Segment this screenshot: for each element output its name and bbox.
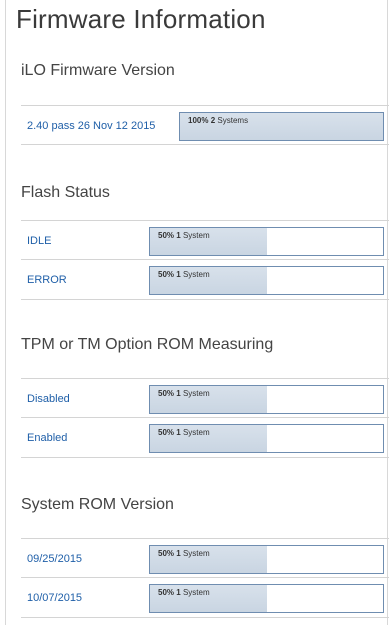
percent-value: 50%: [158, 231, 175, 240]
system-unit: Systems: [217, 116, 249, 125]
section-title-flash-status: Flash Status: [21, 184, 110, 201]
list-item[interactable]: IDLE 50% 1 System: [21, 220, 389, 260]
distribution-bar[interactable]: 50% 1 System: [149, 385, 384, 414]
list-item[interactable]: 09/25/2015 50% 1 System: [21, 538, 389, 578]
system-count: 1: [176, 231, 181, 240]
system-count: 2: [210, 116, 216, 125]
percent-value: 50%: [158, 270, 175, 279]
system-count: 1: [176, 588, 181, 597]
row-label[interactable]: ERROR: [27, 274, 67, 286]
system-unit: System: [182, 549, 210, 558]
percent-value: 50%: [158, 389, 175, 398]
system-count: 1: [176, 549, 181, 558]
list-item[interactable]: Disabled 50% 1 System: [21, 378, 389, 418]
percent-value: 50%: [158, 588, 175, 597]
row-label[interactable]: Disabled: [27, 393, 70, 405]
system-unit: System: [182, 389, 210, 398]
distribution-bar[interactable]: 100% 2 Systems: [179, 112, 384, 141]
system-unit: System: [182, 428, 210, 437]
row-label[interactable]: IDLE: [27, 235, 51, 247]
system-unit: System: [182, 588, 210, 597]
row-label[interactable]: 09/25/2015: [27, 553, 82, 565]
row-label[interactable]: 10/07/2015: [27, 592, 82, 604]
list-item[interactable]: Enabled 50% 1 System: [21, 418, 389, 458]
distribution-bar[interactable]: 50% 1 System: [149, 584, 384, 613]
distribution-bar[interactable]: 50% 1 System: [149, 545, 384, 574]
percent-value: 50%: [158, 428, 175, 437]
page-title: Firmware Information: [16, 4, 266, 34]
list-item[interactable]: 2.40 pass 26 Nov 12 2015 100% 2 Systems: [21, 105, 389, 145]
system-count: 1: [176, 270, 181, 279]
system-unit: System: [182, 270, 210, 279]
percent-value: 50%: [158, 549, 175, 558]
firmware-information-panel: Firmware Information iLO Firmware Versio…: [5, 0, 389, 625]
distribution-bar[interactable]: 50% 1 System: [149, 266, 384, 295]
row-label[interactable]: 2.40 pass 26 Nov 12 2015: [27, 120, 155, 132]
distribution-bar[interactable]: 50% 1 System: [149, 424, 384, 453]
list-item[interactable]: 10/07/2015 50% 1 System: [21, 578, 389, 618]
system-unit: System: [182, 231, 210, 240]
percent-value: 100%: [188, 116, 209, 125]
system-count: 1: [176, 389, 181, 398]
section-title-tpm-option-rom: TPM or TM Option ROM Measuring: [21, 336, 274, 353]
distribution-bar[interactable]: 50% 1 System: [149, 227, 384, 256]
system-count: 1: [176, 428, 181, 437]
section-title-system-rom-version: System ROM Version: [21, 496, 174, 513]
section-title-ilo-firmware-version: iLO Firmware Version: [21, 62, 175, 79]
row-label[interactable]: Enabled: [27, 432, 67, 444]
list-item[interactable]: ERROR 50% 1 System: [21, 260, 389, 300]
